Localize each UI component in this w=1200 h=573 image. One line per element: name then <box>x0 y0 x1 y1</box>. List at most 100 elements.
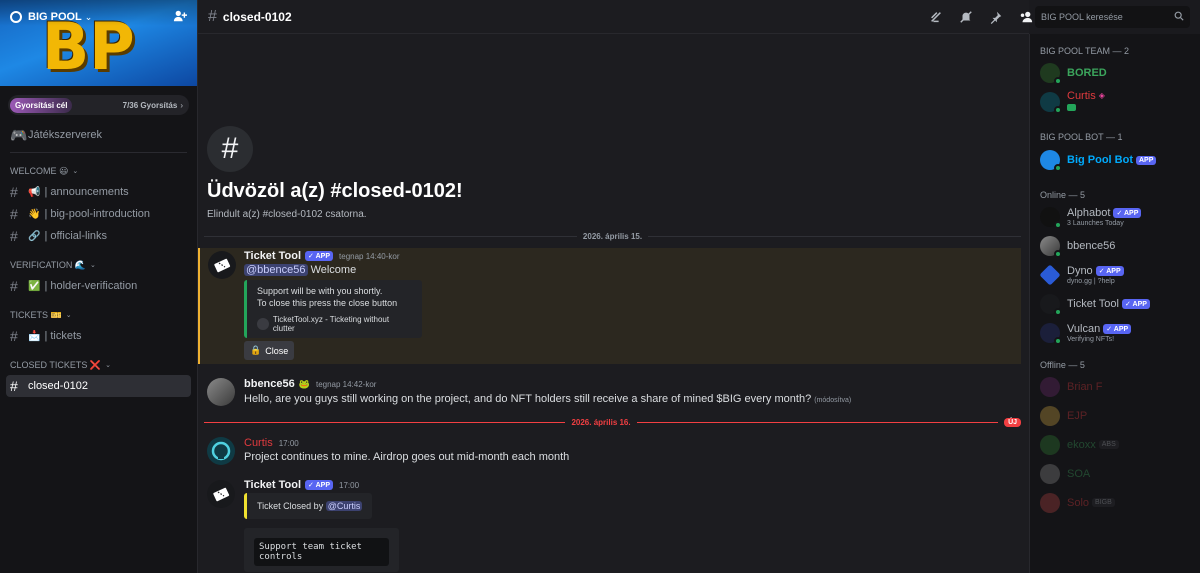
ekoxx-avatar <box>1040 434 1060 455</box>
member-status: dyno.gg | ?help <box>1067 277 1115 285</box>
member-name: Ticket Tool <box>1067 298 1119 310</box>
channel-emoji: 📩 <box>28 330 41 342</box>
brian-f-avatar <box>1040 376 1060 397</box>
app-badge: ✓ APP <box>1103 323 1132 334</box>
category-welcome[interactable]: WELCOME 😃 ⌄ <box>0 161 197 181</box>
member-ekoxx[interactable]: ekoxx ABS <box>1030 430 1200 459</box>
channel-tickets[interactable]: # 📩 | tickets <box>0 325 197 347</box>
curtis-avatar[interactable] <box>207 437 235 465</box>
vulcan-avatar <box>1040 323 1062 345</box>
channel-title: closed-0102 <box>222 9 292 24</box>
ticket-tool-avatar[interactable] <box>207 480 235 508</box>
online-status-icon <box>1054 164 1062 172</box>
hash-icon: # <box>207 126 253 172</box>
category-verification[interactable]: VERIFICATION 🌊 ⌄ <box>0 255 197 275</box>
big-pool-bot-avatar <box>1040 150 1062 172</box>
message-body: Hello, are you guys still working on the… <box>244 393 812 405</box>
member-soa[interactable]: SOA <box>1030 459 1200 488</box>
close-ticket-button[interactable]: 🔒 Close <box>244 341 295 360</box>
channel-big-pool-introduction[interactable]: # 👋 | big-pool-introduction <box>0 203 197 225</box>
embed-line: Support will be with you shortly. <box>257 286 383 296</box>
channel-label: | tickets <box>44 330 82 342</box>
date-label: 2026. április 16. <box>571 417 631 427</box>
member-list: BIG POOL TEAM — 2 BORED Curtis ◈ BIG POOL… <box>1029 34 1200 573</box>
channel-official-links[interactable]: # 🔗 | official-links <box>0 225 197 247</box>
author-name[interactable]: Ticket Tool <box>244 479 301 491</box>
member-big-pool-bot[interactable]: Big Pool Bot APP <box>1030 144 1200 176</box>
member-bbence56[interactable]: bbence56 <box>1030 232 1200 260</box>
member-status: Verifying NFTs! <box>1067 335 1115 343</box>
sidebar-divider <box>10 152 187 153</box>
member-bored[interactable]: BORED <box>1030 58 1200 87</box>
member-ejp[interactable]: EJP <box>1030 401 1200 430</box>
member-dyno[interactable]: Dyno ✓ APP dyno.gg | ?help <box>1030 260 1200 290</box>
category-tickets[interactable]: TICKETS 🎫 ⌄ <box>0 305 197 325</box>
author-name[interactable]: bbence56 <box>244 378 295 390</box>
member-curtis[interactable]: Curtis ◈ <box>1030 87 1200 116</box>
member-solo[interactable]: Solo BIGB <box>1030 488 1200 517</box>
search-icon <box>1174 11 1184 23</box>
threads-icon[interactable] <box>928 9 944 25</box>
ticket-tool-avatar[interactable] <box>208 251 236 279</box>
member-name: ekoxx <box>1067 438 1096 451</box>
lock-icon: 🔒 <box>250 345 262 355</box>
online-status-icon <box>1054 76 1062 85</box>
channel-closed-0102[interactable]: # closed-0102 <box>6 375 191 397</box>
search-input[interactable]: BIG POOL keresése <box>1035 6 1190 28</box>
welcome-title: Üdvözöl a(z) #closed-0102! <box>207 180 463 202</box>
member-list-icon[interactable] <box>1018 9 1034 25</box>
channel-announcements[interactable]: # 📢 | announcements <box>0 181 197 203</box>
pin-icon[interactable] <box>988 9 1004 25</box>
hash-icon: # <box>10 184 18 200</box>
channel-label: closed-0102 <box>28 380 88 392</box>
date-divider: 2026. április 15. <box>204 231 1021 241</box>
message-header: bbence56 🐸 tegnap 14:42-kor <box>244 378 376 390</box>
member-name: Big Pool Bot <box>1067 154 1133 166</box>
bbence56-avatar <box>1040 236 1062 258</box>
category-closed-tickets[interactable]: CLOSED TICKETS ❌ ⌄ <box>0 355 197 375</box>
message-text: Project continues to mine. Airdrop goes … <box>244 451 570 463</box>
online-status-icon <box>1054 337 1062 345</box>
message-text: Hello, are you guys still working on the… <box>244 393 851 405</box>
member-vulcan[interactable]: Vulcan ✓ APP Verifying NFTs! <box>1030 318 1200 348</box>
member-name: SOA <box>1067 467 1091 480</box>
member-name: Vulcan <box>1067 322 1101 335</box>
boost-progress[interactable]: Gyorsítási cél 7/36 Gyorsítás › <box>8 95 189 115</box>
games-server-link[interactable]: 🎮 Játékszerverek <box>0 124 197 146</box>
author-name[interactable]: Curtis <box>244 437 273 449</box>
button-label: Close <box>265 345 289 356</box>
badge-label: APP <box>1106 267 1121 275</box>
badge-label: APP <box>1132 301 1147 308</box>
member-ticket-tool[interactable]: Ticket Tool ✓ APP <box>1030 290 1200 318</box>
activity-icon <box>1067 103 1076 111</box>
edited-label: (módosítva) <box>814 397 852 404</box>
message-header: Ticket Tool ✓ APP tegnap 14:40-kor <box>244 250 400 262</box>
chevron-right-icon: › <box>180 100 183 110</box>
user-mention[interactable]: @Curtis <box>325 501 363 511</box>
message-text: @bbence56 Welcome <box>244 264 356 276</box>
user-mention[interactable]: @bbence56 <box>244 264 308 276</box>
author-name[interactable]: Ticket Tool <box>244 250 301 262</box>
member-brian-f[interactable]: Brian F <box>1030 372 1200 401</box>
gamepad-icon: 🎮 <box>10 126 28 143</box>
member-name: BORED <box>1067 66 1107 79</box>
channel-holder-verification[interactable]: # ✅ | holder-verification <box>0 275 197 297</box>
message-curtis[interactable]: Curtis 17:00 Project continues to mine. … <box>198 434 1021 470</box>
message-ticket-tool-closed[interactable]: Ticket Tool ✓ APP 17:00 Ticket Closed by… <box>198 477 1021 573</box>
chevron-down-icon: ⌄ <box>105 362 111 369</box>
ticket-controls-embed: Support team ticket controls <box>244 528 399 572</box>
message-ticket-tool-welcome[interactable]: Ticket Tool ✓ APP tegnap 14:40-kor @bben… <box>198 248 1021 364</box>
embed-line: To close this press the close button <box>257 298 398 308</box>
member-alphabot[interactable]: Alphabot ✓ APP 3 Launches Today <box>1030 202 1200 232</box>
channel-emoji: 🔗 <box>28 230 41 242</box>
notifications-muted-icon[interactable] <box>958 9 974 25</box>
message-bbence56[interactable]: bbence56 🐸 tegnap 14:42-kor Hello, are y… <box>198 376 1021 412</box>
member-group-header: Online — 5 <box>1040 190 1086 200</box>
invite-people-icon[interactable] <box>173 9 187 26</box>
boost-goal-label: Gyorsítási cél <box>10 97 73 113</box>
bbence56-avatar[interactable] <box>207 378 235 406</box>
server-header[interactable]: BIG POOL ⌄ <box>0 0 197 34</box>
category-label: TICKETS 🎫 <box>10 309 62 320</box>
member-name: Dyno <box>1067 264 1093 277</box>
member-status: 3 Launches Today <box>1067 219 1124 227</box>
